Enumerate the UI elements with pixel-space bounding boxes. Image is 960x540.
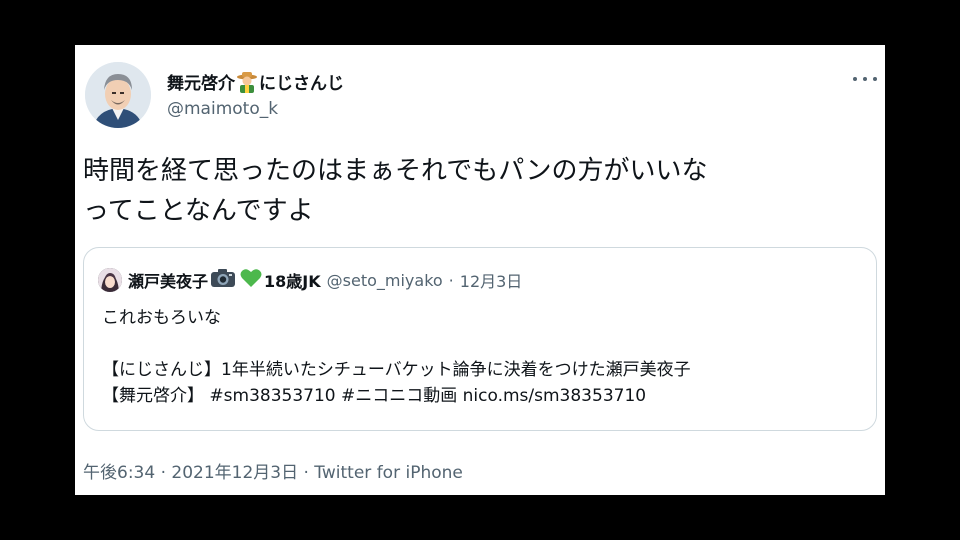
camera-emoji-icon: [210, 268, 236, 292]
tweet-text-line: 時間を経て思ったのはまぁそれでもパンの方がいいな: [83, 156, 708, 186]
quoted-tweet-header: 瀬戸美夜子 18歳JK @seto_miyako · 12月3日: [98, 268, 522, 292]
author-display-name-suffix: にじさんじ: [259, 74, 344, 94]
tweet-text: 時間を経て思ったのはまぁそれでもパンの方がいいな ってことなんですよ: [83, 151, 883, 231]
quoted-tweet[interactable]: 瀬戸美夜子 18歳JK @seto_miyako · 12月3日 これおもろいな…: [83, 247, 877, 431]
quoted-date[interactable]: 12月3日: [460, 268, 523, 292]
author-handle[interactable]: @maimoto_k: [167, 99, 278, 119]
tweet-timestamp-source[interactable]: 午後6:34 · 2021年12月3日 · Twitter for iPhone: [83, 458, 463, 483]
quoted-text-line: 【にじさんじ】1年半続いたシチューバケット論争に決着をつけた瀬戸美夜子: [102, 360, 691, 380]
quoted-text-line: これおもろいな: [102, 308, 221, 328]
author-name[interactable]: 舞元啓介 にじさんじ: [167, 69, 344, 94]
author-avatar[interactable]: [85, 62, 151, 128]
quoted-author-handle[interactable]: @seto_miyako: [327, 271, 443, 290]
green-heart-emoji-icon: [240, 268, 262, 292]
quoted-author-name-suffix: 18歳JK: [264, 272, 321, 291]
quoted-text-line: 【舞元啓介】 #sm38353710 #ニコニコ動画 nico.ms/sm383…: [102, 386, 647, 406]
farmer-emoji-icon: [236, 71, 258, 93]
quoted-author-avatar: [98, 268, 122, 292]
more-horizontal-icon[interactable]: [853, 69, 877, 89]
quoted-separator: ·: [448, 270, 454, 290]
quoted-tweet-text: これおもろいな 【にじさんじ】1年半続いたシチューバケット論争に決着をつけた瀬戸…: [102, 305, 862, 409]
tweet-text-line: ってことなんですよ: [83, 196, 314, 226]
quoted-text-blank-line: [102, 331, 862, 357]
author-display-name: 舞元啓介: [167, 74, 235, 94]
quoted-author-name: 瀬戸美夜子: [128, 272, 209, 291]
tweet-card: 舞元啓介 にじさんじ @maimoto_k 時間を経て思ったのはまぁそれでもパン…: [75, 45, 885, 495]
